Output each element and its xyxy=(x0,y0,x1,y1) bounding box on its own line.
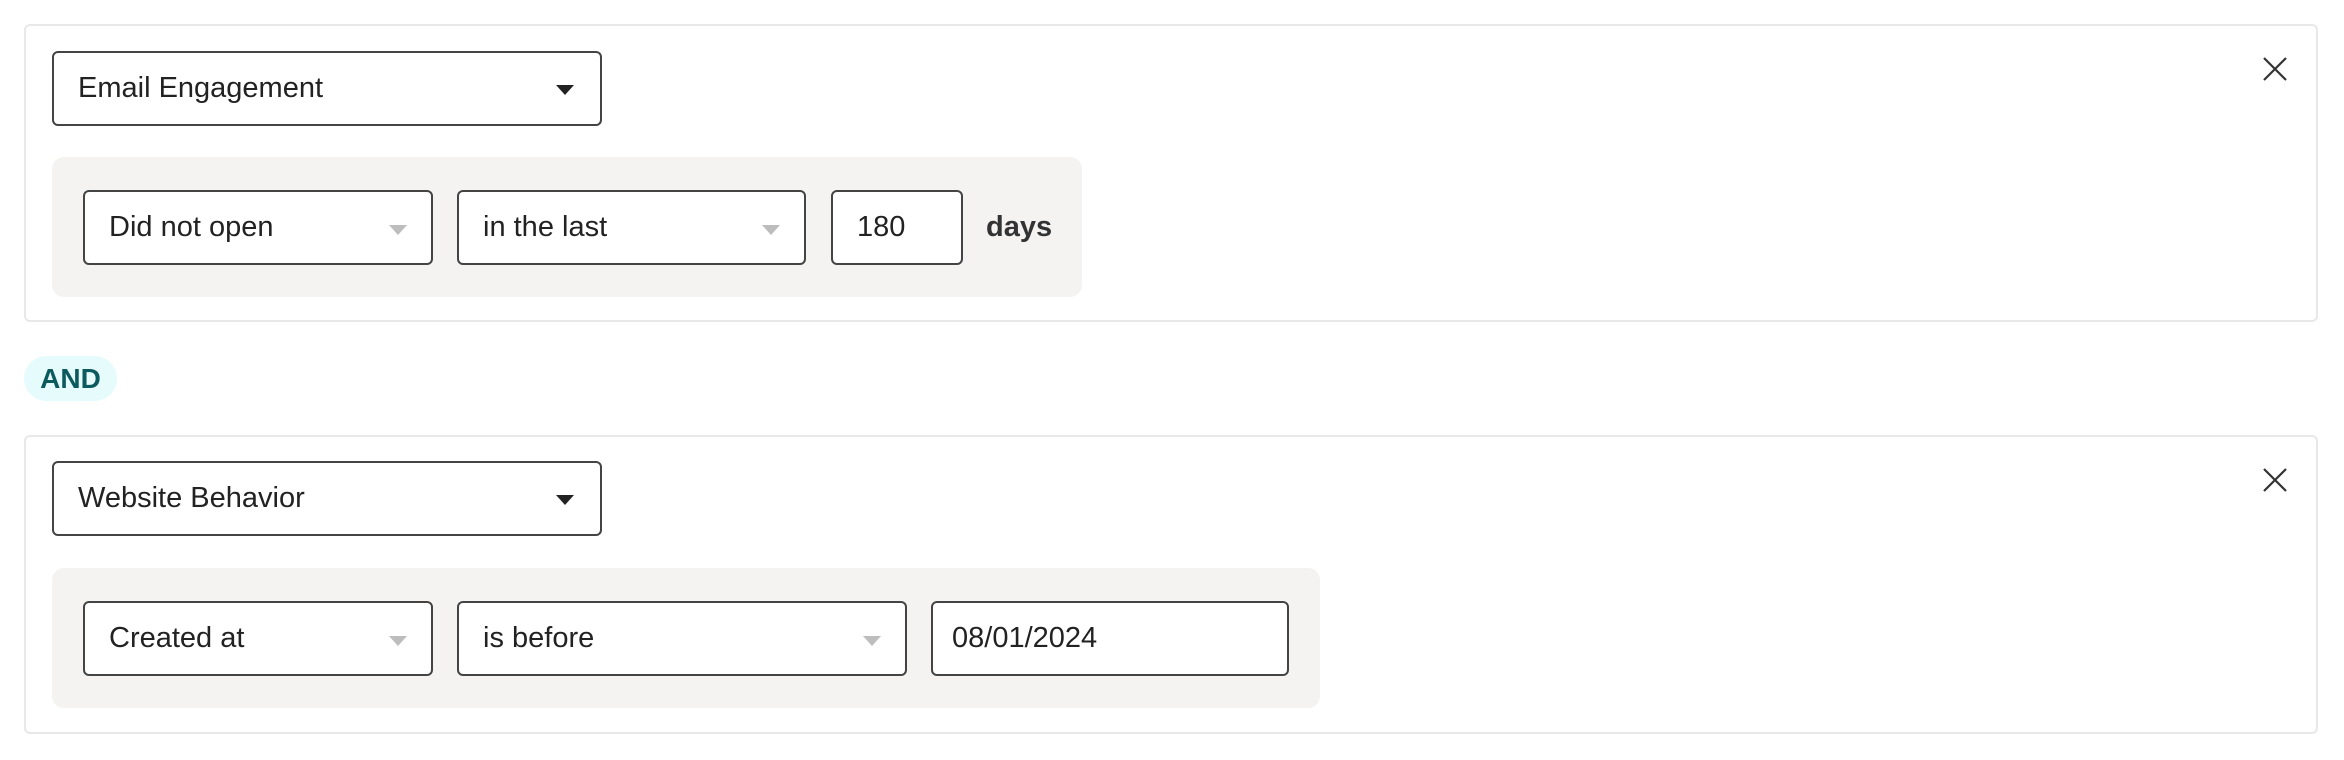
action-select-value: Did not open xyxy=(109,211,274,243)
close-icon[interactable] xyxy=(2260,465,2290,495)
category-select-value: Website Behavior xyxy=(78,482,305,514)
chevron-down-icon xyxy=(389,225,407,235)
date-input-value: 08/01/2024 xyxy=(952,622,1098,654)
action-select[interactable]: Created at xyxy=(83,601,433,676)
condition-card-website: Website Behavior Created at is before 08… xyxy=(24,435,2318,734)
chevron-down-icon xyxy=(762,225,780,235)
chevron-down-icon xyxy=(556,85,574,95)
operator-select[interactable]: is before xyxy=(457,601,907,676)
operator-select-value: is before xyxy=(483,622,595,654)
condition-panel: Created at is before 08/01/2024 xyxy=(52,568,1320,708)
and-connector-badge: AND xyxy=(24,356,117,401)
days-input[interactable]: 180 xyxy=(831,190,963,265)
operator-select[interactable]: in the last xyxy=(457,190,806,265)
days-input-value: 180 xyxy=(857,211,906,243)
chevron-down-icon xyxy=(863,636,881,646)
operator-select-value: in the last xyxy=(483,211,608,243)
close-icon[interactable] xyxy=(2260,54,2290,84)
date-input[interactable]: 08/01/2024 xyxy=(931,601,1289,676)
action-select-value: Created at xyxy=(109,622,245,654)
days-label: days xyxy=(986,211,1053,243)
action-select[interactable]: Did not open xyxy=(83,190,433,265)
category-select[interactable]: Website Behavior xyxy=(52,461,602,536)
condition-card-email: Email Engagement Did not open in the las… xyxy=(24,24,2318,322)
chevron-down-icon xyxy=(556,495,574,505)
category-select[interactable]: Email Engagement xyxy=(52,51,602,126)
chevron-down-icon xyxy=(389,636,407,646)
category-select-value: Email Engagement xyxy=(78,72,324,104)
condition-panel: Did not open in the last 180 days xyxy=(52,157,1082,297)
